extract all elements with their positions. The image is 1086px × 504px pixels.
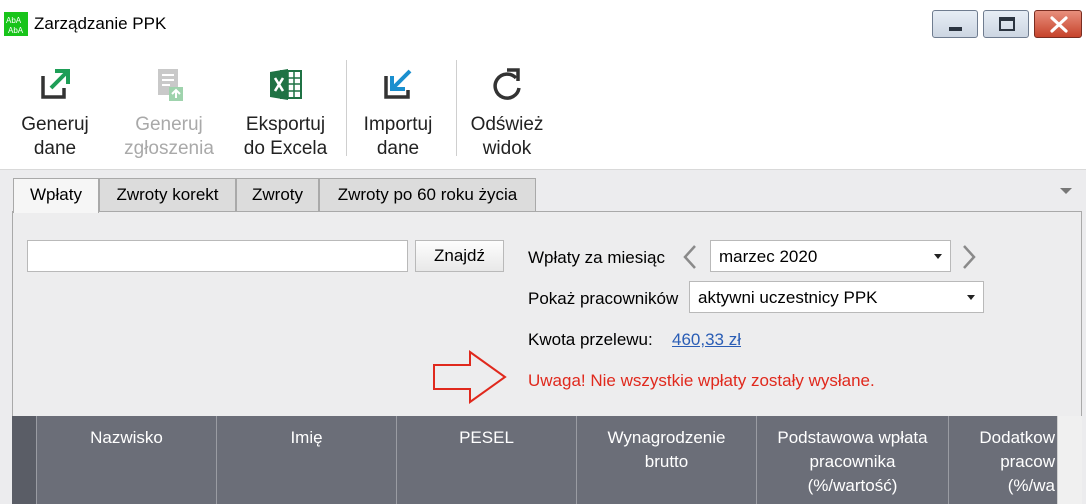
warning-arrow-icon [433,350,507,404]
column-header-label: Imię [290,428,323,447]
refresh-view-label-1: Odśwież [470,114,544,135]
data-grid: Nazwisko Imię PESEL Wynagrodzenie brutto… [12,416,1082,504]
generate-data-label-1: Generuj [21,114,89,135]
transfer-amount-link[interactable]: 460,33 zł [672,330,741,350]
column-header-nazwisko[interactable]: Nazwisko [36,416,216,504]
chevron-down-icon [967,295,975,300]
column-header-label: pracownika [809,452,896,471]
close-button[interactable] [1034,10,1082,38]
title-bar: AbA AbA Zarządzanie PPK [0,0,1086,49]
column-header-label: PESEL [459,428,514,447]
ribbon-separator [346,60,347,156]
generate-registrations-button[interactable]: Generuj zgłoszenia [115,58,223,163]
refresh-icon [493,68,521,100]
column-header-label: Wynagrodzenie [607,428,726,447]
document-upload-icon [158,69,183,101]
spreadsheet-app-icon: AbA AbA [4,12,28,36]
tab-zwroty[interactable]: Zwroty [236,178,319,211]
column-header-pesel[interactable]: PESEL [396,416,576,504]
minimize-button[interactable] [932,10,978,38]
row-header-column[interactable] [12,416,36,504]
transfer-label: Kwota przelewu: [528,330,653,349]
minimize-icon [949,27,962,31]
export-excel-label-2: do Excela [243,138,328,159]
column-header-podstawowa-wplata[interactable]: Podstawowa wpłata pracownika (%/wartość) [756,416,948,504]
month-label: Wpłaty za miesiąc [528,248,665,267]
employees-label: Pokaż pracowników [528,289,679,308]
import-data-label-2: dane [376,138,420,159]
ribbon-separator [456,60,457,156]
column-header-label: (%/wartość) [807,476,898,495]
column-header-imie[interactable]: Imię [216,416,396,504]
warning-message: Uwaga! Nie wszystkie wpłaty zostały wysł… [528,371,875,390]
vertical-scrollbar[interactable] [1057,416,1082,504]
month-select-value: marzec 2020 [719,247,818,266]
maximize-button[interactable] [983,10,1029,38]
svg-text:AbA: AbA [6,16,22,25]
previous-month-icon[interactable] [682,244,698,270]
column-header-label: Nazwisko [90,428,163,447]
generate-registrations-label-2: zgłoszenia [124,138,214,159]
generate-registrations-label-1: Generuj [135,114,203,135]
export-excel-label-1: Eksportuj [245,114,326,135]
column-header-label: (%/wa [1007,476,1055,495]
export-excel-button[interactable]: Eksportuj do Excela [238,58,333,163]
tab-wplaty[interactable]: Wpłaty [13,178,99,213]
column-header-label: Dodatkow [979,428,1055,447]
import-data-label-1: Importuj [363,114,433,135]
generate-data-button[interactable]: Generuj dane [10,58,100,163]
window-title: Zarządzanie PPK [34,14,167,33]
column-header-label: Podstawowa wpłata [777,428,928,447]
find-button[interactable]: Znajdź [415,240,504,272]
close-icon [1050,16,1068,33]
refresh-view-label-2: widok [482,138,532,159]
tab-zwroty-po-60[interactable]: Zwroty po 60 roku życia [319,178,536,211]
excel-icon [269,69,302,100]
import-data-button[interactable]: Importuj dane [352,58,444,163]
search-input[interactable] [27,240,408,272]
column-header-wynagrodzenie[interactable]: Wynagrodzenie brutto [576,416,756,504]
export-arrow-icon [41,69,70,99]
tabs-dropdown-icon[interactable] [1058,184,1074,198]
generate-data-label-2: dane [33,138,77,159]
employees-select-value: aktywni uczestnicy PPK [698,288,878,307]
svg-text:AbA: AbA [8,26,24,35]
tab-zwroty-korekt[interactable]: Zwroty korekt [99,178,236,211]
employees-select[interactable]: aktywni uczestnicy PPK [689,281,984,313]
import-arrow-icon [384,69,412,99]
application-window: AbA AbA Zarządzanie PPK Generuj dane Gen… [0,0,1086,504]
month-select[interactable]: marzec 2020 [710,240,951,272]
column-header-label: brutto [644,452,689,471]
column-header-dodatkowa-wplata[interactable]: Dodatkow pracow (%/wa [948,416,1057,504]
chevron-down-icon [934,254,942,259]
refresh-view-button[interactable]: Odśwież widok [462,58,552,163]
ribbon-toolbar: Generuj dane Generuj zgłoszenia Eksportu… [0,48,1086,170]
next-month-icon[interactable] [961,244,977,270]
column-header-label: pracow [1000,452,1055,471]
maximize-icon [999,17,1015,31]
